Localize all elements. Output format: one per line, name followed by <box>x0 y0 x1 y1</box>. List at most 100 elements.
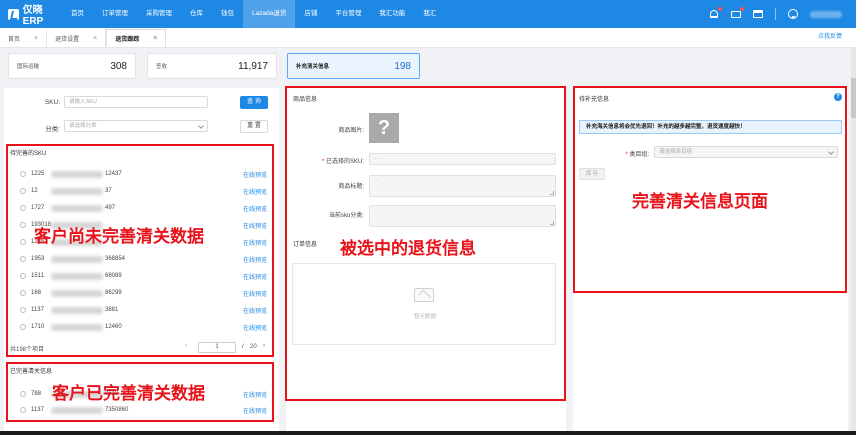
sku-prefix: 1710 <box>31 324 45 330</box>
notification-bell-icon[interactable] <box>709 7 722 19</box>
radio-button[interactable] <box>20 239 26 245</box>
list-item[interactable]: 1727 497 在线预览 <box>20 201 267 215</box>
sku-suffix: 37 <box>105 188 112 194</box>
online-preview-link[interactable]: 在线预览 <box>243 406 267 415</box>
sku-input[interactable]: 请输入SKU <box>64 96 208 108</box>
list-item[interactable]: 1137 7350860 在线预览 <box>20 403 267 417</box>
radio-button[interactable] <box>20 324 26 330</box>
store-icon[interactable] <box>753 9 763 19</box>
nav-item-5[interactable]: Lazada退货 <box>243 0 296 28</box>
close-icon[interactable]: × <box>34 35 38 42</box>
message-icon[interactable] <box>731 7 744 19</box>
close-icon[interactable]: × <box>93 35 97 42</box>
close-icon[interactable]: × <box>153 35 157 42</box>
reset-button[interactable]: 重 置 <box>240 120 268 133</box>
nav-item-9[interactable]: 我汇 <box>414 0 445 28</box>
annotation-pending: 客户尚未完善清关数据 <box>34 227 204 246</box>
page-number-input[interactable]: 1 <box>198 342 236 353</box>
app-logo[interactable]: 仅晓ERP <box>0 1 62 27</box>
list-item[interactable]: 1953 368854 在线预览 <box>20 252 267 266</box>
online-preview-link[interactable]: 在线预览 <box>243 187 267 196</box>
radio-button[interactable] <box>20 290 26 296</box>
online-preview-link[interactable]: 在线预览 <box>243 238 267 247</box>
pagination-total-pages: 20 <box>250 344 257 350</box>
sku-prefix: 1511 <box>31 273 44 279</box>
user-avatar-icon[interactable] <box>788 9 798 19</box>
chevron-right-icon[interactable]: › <box>263 343 265 349</box>
sku-suffix: 497 <box>105 205 116 211</box>
list-item[interactable]: 1225 12437 在线预览 <box>20 167 267 181</box>
stat-signed[interactable]: 签收 11,917 <box>147 53 277 79</box>
radio-button[interactable] <box>20 307 26 313</box>
search-button[interactable]: 查 询 <box>240 96 268 109</box>
resize-handle-icon[interactable] <box>550 191 554 195</box>
navbar-divider <box>775 8 776 20</box>
feedback-link[interactable]: 点我反馈 <box>818 27 856 47</box>
nav-item-8[interactable]: 我汇功能 <box>370 0 414 28</box>
nav-item-1[interactable]: 订单管理 <box>93 0 137 28</box>
sku-suffix: 86299 <box>105 290 122 296</box>
main-menu: 首页 订单管理 采购管理 仓库 钱包 Lazada退货 店铺 平台管理 我汇功能 我汇 <box>62 0 445 28</box>
tab-return-settings[interactable]: 退货设置 × <box>47 29 107 47</box>
radio-button[interactable] <box>20 205 26 211</box>
sku-redacted <box>51 306 103 314</box>
scrollbar-thumb[interactable] <box>851 78 856 118</box>
radio-button[interactable] <box>20 256 26 262</box>
chevron-left-icon[interactable]: ‹ <box>185 343 187 349</box>
radio-button[interactable] <box>20 273 26 279</box>
pagination-separator: / <box>242 344 244 350</box>
tab-home[interactable]: 首页 × <box>0 29 48 47</box>
annotation-selected: 被选中的退货信息 <box>340 239 476 258</box>
product-title-field[interactable]: -- <box>369 175 556 197</box>
nav-item-0[interactable]: 首页 <box>62 0 93 28</box>
sku-redacted <box>51 170 103 178</box>
save-button[interactable]: 保 存 <box>579 168 605 180</box>
online-preview-link[interactable]: 在线预览 <box>243 390 267 399</box>
online-preview-link[interactable]: 在线预览 <box>243 289 267 298</box>
radio-button[interactable] <box>20 222 26 228</box>
username-redacted[interactable] <box>810 10 842 18</box>
sku-suffix: 3881 <box>105 307 119 313</box>
category-group-label: * 类目组: <box>625 152 649 158</box>
online-preview-link[interactable]: 在线预览 <box>243 272 267 281</box>
online-preview-link[interactable]: 在线预览 <box>243 204 267 213</box>
online-preview-link[interactable]: 在线预览 <box>243 170 267 179</box>
online-preview-link[interactable]: 在线预览 <box>243 306 267 315</box>
sku-category-field[interactable]: -- <box>369 205 556 227</box>
online-preview-link[interactable]: 在线预览 <box>243 255 267 264</box>
product-image-label: 商品图片: <box>338 128 364 134</box>
nav-item-3[interactable]: 仓库 <box>181 0 212 28</box>
stat-international-shipping[interactable]: 国际运输 308 <box>8 53 136 79</box>
sku-redacted <box>51 406 103 414</box>
list-item[interactable]: 1137 3881 在线预览 <box>20 303 267 317</box>
help-icon[interactable]: ? <box>834 93 842 101</box>
nav-item-2[interactable]: 采购管理 <box>137 0 181 28</box>
page-scrollbar[interactable] <box>851 48 856 435</box>
list-item[interactable]: 1511 68089 在线预览 <box>20 269 267 283</box>
radio-button[interactable] <box>20 188 26 194</box>
nav-item-7[interactable]: 平台管理 <box>326 0 370 28</box>
sku-redacted <box>51 323 103 331</box>
tab-return-tracking[interactable]: 退货跟踪 × <box>106 29 167 47</box>
nav-item-4[interactable]: 钱包 <box>212 0 243 28</box>
radio-button[interactable] <box>20 171 26 177</box>
supplement-alert: 补充海关信息将会优先退回！补充的越多越完整，退货速度越快！ <box>579 120 842 134</box>
category-select[interactable]: 请选择分类 <box>64 120 208 132</box>
online-preview-link[interactable]: 在线预览 <box>243 323 267 332</box>
radio-button[interactable] <box>20 391 26 397</box>
pagination: 共198个项目 ‹ 1 / 20 › <box>10 342 268 354</box>
category-group-select[interactable]: 请选择类目组 <box>654 146 838 158</box>
online-preview-link[interactable]: 在线预览 <box>243 221 267 230</box>
nav-item-6[interactable]: 店铺 <box>295 0 326 28</box>
resize-handle-icon[interactable] <box>550 221 554 225</box>
completed-title: 已完善清关信息 <box>10 369 53 375</box>
selected-sku-field[interactable]: -- <box>369 153 556 165</box>
sku-prefix: 1137 <box>31 407 44 413</box>
order-info-title: 订单信息 <box>293 242 318 248</box>
sku-redacted <box>51 272 103 280</box>
stat-supplement-customs[interactable]: 补充清关信息 198 <box>287 53 420 79</box>
list-item[interactable]: 1710 12460 在线预览 <box>20 320 267 334</box>
radio-button[interactable] <box>20 407 26 413</box>
list-item[interactable]: 168 86299 在线预览 <box>20 286 267 300</box>
list-item[interactable]: 12 37 在线预览 <box>20 184 267 198</box>
